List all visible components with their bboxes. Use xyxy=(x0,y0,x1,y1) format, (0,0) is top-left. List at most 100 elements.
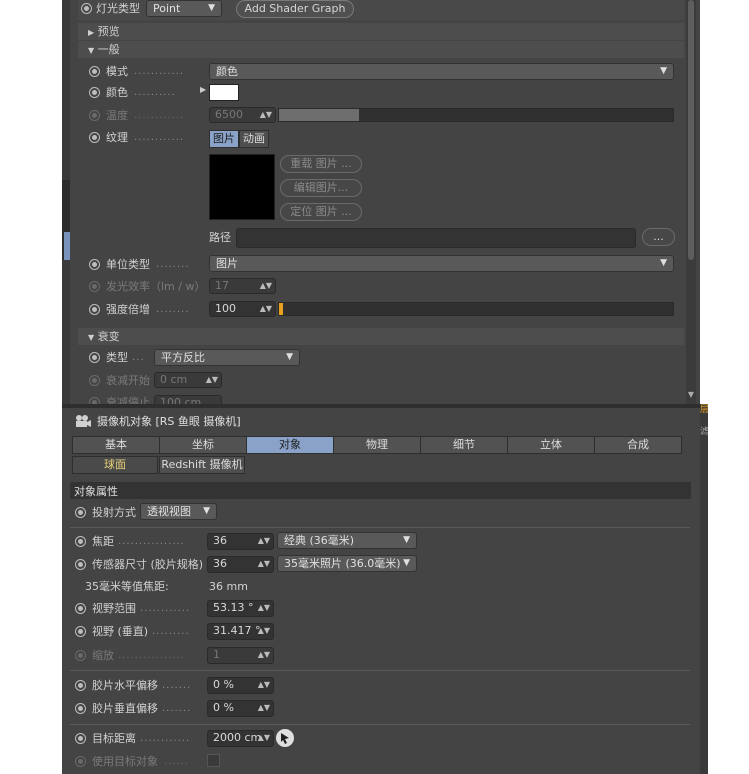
intensity-field[interactable]: 100 ▲▼ xyxy=(209,301,276,317)
light-type-radio[interactable] xyxy=(81,3,92,14)
intensity-label: 强度倍增 xyxy=(106,303,150,316)
color-expand-arrow-icon[interactable]: ▶ xyxy=(200,85,206,94)
camera-tab-0[interactable]: 基本 xyxy=(72,436,160,454)
temperature-radio[interactable] xyxy=(89,110,100,121)
chevron-down-icon: ▼ xyxy=(660,258,667,268)
camera-subtab-0[interactable]: 球面 xyxy=(72,456,158,474)
falloff-type-dots: ... xyxy=(132,352,145,363)
mode-radio[interactable] xyxy=(89,66,100,77)
focal-length-field[interactable]: 36 ▲▼ xyxy=(207,533,274,550)
luminous-efficacy-radio[interactable] xyxy=(89,281,100,292)
spinner-icon: ▲▼ xyxy=(257,559,270,568)
luminous-efficacy-value: 17 xyxy=(215,279,229,292)
film-v-offset-radio[interactable] xyxy=(75,703,86,714)
falloff-stop-row-clip: 衰减停止 100 cm xyxy=(70,393,686,404)
scrollbar-thumb[interactable] xyxy=(688,0,694,260)
fov-field[interactable]: 53.13 ° ▲▼ xyxy=(207,600,274,617)
texture-tab-animation[interactable]: 动画 xyxy=(239,130,269,148)
unit-type-dropdown[interactable]: 图片 ▼ xyxy=(209,255,674,272)
section-general-label: 一般 xyxy=(97,43,120,56)
chevron-down-icon: ▼ xyxy=(203,506,210,516)
sensor-size-radio[interactable] xyxy=(75,559,86,570)
light-type-dropdown[interactable]: Point ▼ xyxy=(146,0,222,17)
path-input[interactable] xyxy=(236,228,636,248)
divider xyxy=(70,724,690,725)
falloff-start-radio[interactable] xyxy=(89,375,100,386)
left-sidebar-highlight[interactable] xyxy=(64,232,70,260)
camera-subtab-1[interactable]: Redshift 摄像机 xyxy=(159,456,245,474)
spinner-icon: ▲▼ xyxy=(257,626,270,635)
texture-tab-image[interactable]: 图片 xyxy=(209,130,239,148)
camera-tab-2[interactable]: 对象 xyxy=(246,436,334,454)
add-shader-graph-button[interactable]: Add Shader Graph xyxy=(236,0,354,18)
falloff-type-dropdown[interactable]: 平方反比 ▼ xyxy=(154,349,300,366)
intensity-slider-marker xyxy=(279,303,283,315)
film-v-offset-value: 0 % xyxy=(213,701,234,714)
temperature-field[interactable]: 6500 ▲▼ xyxy=(209,107,276,123)
spinner-icon: ▲▼ xyxy=(259,304,272,313)
temperature-label: 温度 xyxy=(106,109,128,122)
zoom-label: 缩放 xyxy=(92,649,114,662)
film-v-offset-field[interactable]: 0 % ▲▼ xyxy=(207,700,274,717)
falloff-type-label: 类型 xyxy=(106,351,128,364)
edit-image-button[interactable]: 编辑图片... xyxy=(280,179,362,197)
color-radio[interactable] xyxy=(89,87,100,98)
section-general-header[interactable]: ▼ 一般 xyxy=(78,41,684,58)
zoom-radio[interactable] xyxy=(75,650,86,661)
fov-radio[interactable] xyxy=(75,603,86,614)
sensor-preset-dropdown[interactable]: 35毫米照片 (36.0毫米) ▼ xyxy=(277,555,417,572)
film-h-offset-radio[interactable] xyxy=(75,680,86,691)
camera-tab-3[interactable]: 物理 xyxy=(333,436,421,454)
pick-target-arrow-icon[interactable] xyxy=(276,729,294,747)
projection-radio[interactable] xyxy=(75,507,86,518)
intensity-radio[interactable] xyxy=(89,304,100,315)
path-browse-button[interactable]: ... xyxy=(642,228,675,246)
projection-dropdown[interactable]: 透视视图 ▼ xyxy=(140,503,217,520)
zoom-field[interactable]: 1 ▲▼ xyxy=(207,647,274,664)
falloff-stop-radio[interactable] xyxy=(89,397,100,404)
section-falloff-header[interactable]: ▼ 衰变 xyxy=(78,328,684,345)
spinner-icon: ▲▼ xyxy=(259,110,272,119)
falloff-start-field[interactable]: 0 cm ▲▼ xyxy=(154,372,222,388)
divider xyxy=(70,527,690,528)
luminous-efficacy-field[interactable]: 17 ▲▼ xyxy=(209,278,276,294)
falloff-type-radio[interactable] xyxy=(89,352,100,363)
right-edge-label-1: 层 xyxy=(700,405,708,415)
color-swatch[interactable] xyxy=(209,84,239,101)
use-target-radio[interactable] xyxy=(75,756,86,767)
reload-image-button[interactable]: 重载 图片 ... xyxy=(280,155,362,173)
camera-tab-6[interactable]: 合成 xyxy=(594,436,682,454)
fov-value: 53.13 ° xyxy=(213,601,254,614)
film-v-offset-dots: ....... xyxy=(162,703,192,714)
use-target-checkbox[interactable] xyxy=(207,754,220,767)
zoom-dots: ................ xyxy=(118,650,185,661)
locate-image-button[interactable]: 定位 图片 ... xyxy=(280,203,362,221)
fov-vertical-field[interactable]: 31.417 ° ▲▼ xyxy=(207,623,274,640)
target-distance-field[interactable]: 2000 cm ▲▼ xyxy=(207,730,274,747)
spinner-icon: ▲▼ xyxy=(257,603,270,612)
fov-dots: ............ xyxy=(140,603,191,614)
chevron-down-icon: ▼ xyxy=(286,352,293,362)
texture-radio[interactable] xyxy=(89,132,100,143)
focal-length-radio[interactable] xyxy=(75,536,86,547)
camera-tab-1[interactable]: 坐标 xyxy=(159,436,247,454)
target-distance-radio[interactable] xyxy=(75,733,86,744)
unit-type-radio[interactable] xyxy=(89,259,100,270)
section-falloff-label: 衰变 xyxy=(97,330,120,343)
fov-vertical-radio[interactable] xyxy=(75,626,86,637)
film-h-offset-value: 0 % xyxy=(213,678,234,691)
section-preview-header[interactable]: ▶ 预览 xyxy=(78,23,684,40)
temperature-slider[interactable] xyxy=(278,108,674,122)
film-h-offset-field[interactable]: 0 % ▲▼ xyxy=(207,677,274,694)
focal-preset-dropdown[interactable]: 经典 (36毫米) ▼ xyxy=(277,532,417,549)
sensor-size-field[interactable]: 36 ▲▼ xyxy=(207,556,274,573)
intensity-slider[interactable] xyxy=(278,302,674,316)
scroll-down-arrow[interactable]: ▼ xyxy=(686,390,696,399)
mode-dropdown[interactable]: 颜色 ▼ xyxy=(209,63,674,80)
camera-tab-5[interactable]: 立体 xyxy=(507,436,595,454)
temperature-dots: ............ xyxy=(134,110,185,121)
camera-tab-4[interactable]: 细节 xyxy=(420,436,508,454)
falloff-stop-field[interactable]: 100 cm xyxy=(154,395,222,404)
sensor-size-label: 传感器尺寸 (胶片规格) xyxy=(92,558,204,571)
divider xyxy=(70,670,690,671)
